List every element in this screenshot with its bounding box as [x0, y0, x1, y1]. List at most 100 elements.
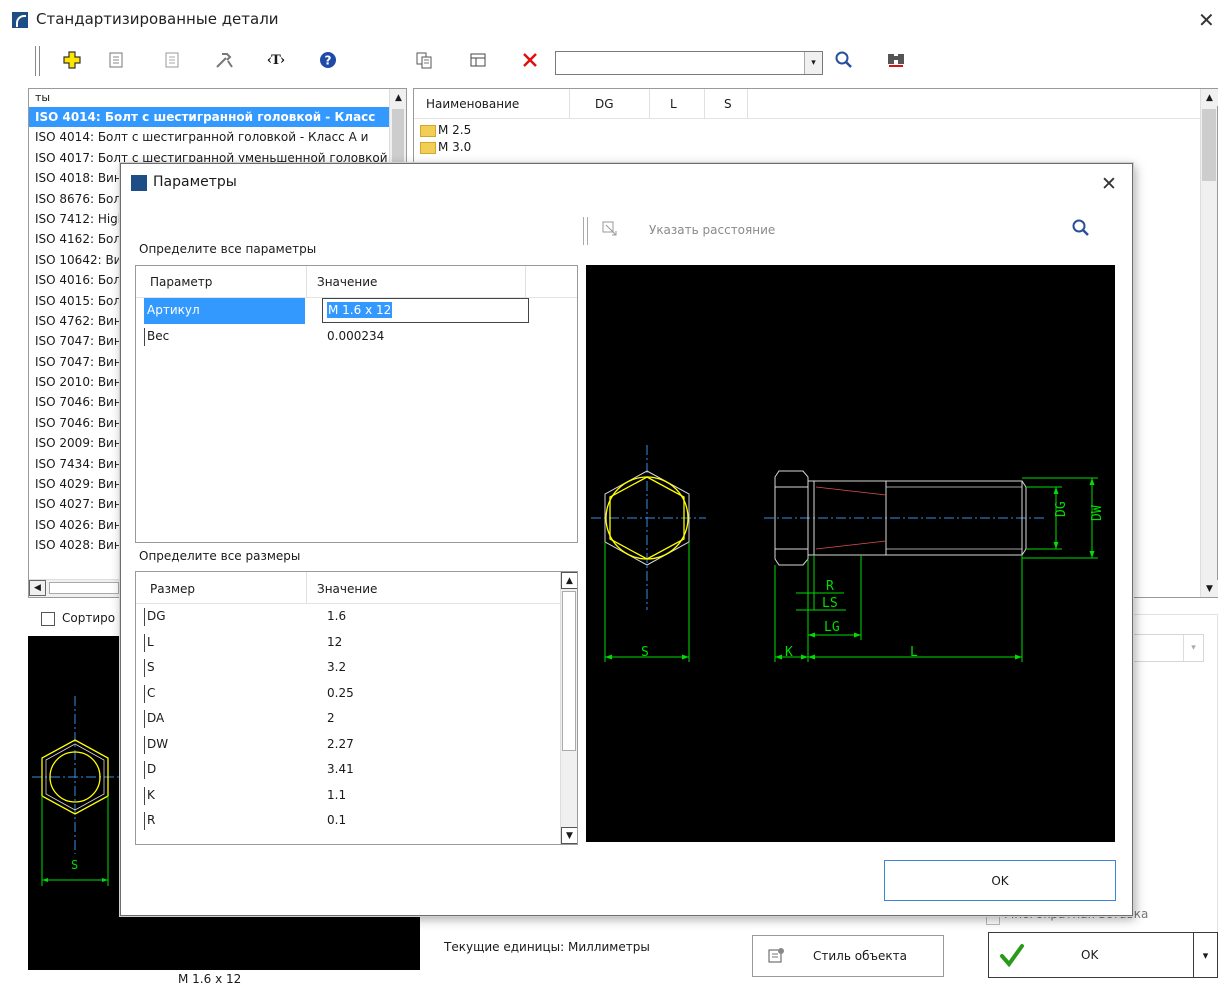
col-l[interactable]: L [670, 97, 677, 111]
scroll-down-icon[interactable]: ▼ [1201, 580, 1218, 597]
param-name: Артикул [147, 303, 200, 317]
row-marker [144, 812, 145, 830]
measure-icon[interactable] [601, 220, 619, 241]
list-view-icon[interactable] [160, 48, 184, 72]
row-marker [144, 710, 145, 728]
style-button[interactable]: Стиль объекта [752, 935, 944, 977]
col-value[interactable]: Значение [317, 582, 377, 596]
zoom-icon[interactable] [1072, 219, 1090, 240]
search-icon[interactable] [832, 48, 856, 72]
table-icon[interactable] [466, 48, 490, 72]
col-param[interactable]: Параметр [150, 275, 212, 289]
chevron-down-icon[interactable]: ▾ [1193, 933, 1217, 977]
grid-scrollbar[interactable]: ▲ ▼ [1200, 89, 1218, 597]
params-caption: Определите все параметры [139, 242, 317, 256]
dim-name: DW [147, 736, 169, 751]
dim-name: L [147, 634, 154, 649]
dim-row[interactable]: K 1.1 [136, 783, 577, 809]
dims-scrollbar[interactable]: ▲ ▼ [560, 572, 577, 844]
scroll-down-icon[interactable]: ▼ [561, 827, 577, 844]
units-label: Текущие единицы: Миллиметры [444, 940, 650, 954]
toolbar-grip[interactable] [583, 217, 588, 245]
search-combo[interactable]: ▾ [555, 51, 823, 75]
ok-split-button[interactable]: OK ▾ [988, 932, 1218, 978]
sort-checkbox[interactable] [41, 612, 55, 626]
dim-value: 3.41 [327, 762, 354, 776]
param-value: 0.000234 [327, 329, 385, 343]
drawing-canvas[interactable]: S K L LG LS R DG DW [586, 265, 1115, 842]
row-marker [144, 786, 145, 805]
dim-row[interactable]: R 0.1 [136, 808, 577, 834]
options-combo[interactable]: ▾ [1130, 634, 1204, 662]
col-value[interactable]: Значение [317, 275, 377, 289]
param-name: Вес [147, 329, 170, 343]
list-item[interactable]: ISO 4014: Болт с шестигранной головкой -… [29, 107, 390, 128]
scroll-left-icon[interactable]: ◀ [29, 580, 46, 596]
param-row-weight[interactable]: Вес 0.000234 [136, 324, 577, 350]
col-dg[interactable]: DG [595, 97, 614, 111]
dims-header: Размер Значение [136, 572, 577, 604]
dim-name: D [147, 762, 157, 776]
dim-row[interactable]: DW 2.27 [136, 732, 577, 758]
ok-button-label: OK [1081, 948, 1099, 962]
properties-icon[interactable] [104, 48, 128, 72]
scroll-thumb[interactable] [562, 591, 576, 751]
row-marker [144, 761, 145, 779]
chevron-down-icon[interactable]: ▾ [1183, 635, 1203, 661]
options-panel [1130, 614, 1218, 934]
grid-row[interactable]: M 2.5 [420, 122, 1217, 139]
dim-name: S [147, 660, 155, 674]
article-input[interactable]: M 1.6 x 12 [322, 298, 529, 323]
dim-k-label: K [785, 645, 793, 660]
find-icon[interactable] [884, 48, 908, 72]
tools-icon[interactable] [212, 48, 236, 72]
col-size[interactable]: Размер [150, 582, 195, 596]
toolbar-grip[interactable] [35, 46, 40, 76]
row-marker [144, 684, 145, 703]
dim-r-label: R [826, 579, 834, 594]
dim-row[interactable]: L 12 [136, 630, 577, 656]
text-icon[interactable]: ‹T› [264, 48, 288, 72]
sort-label: Сортиро [62, 611, 116, 625]
params-header: Параметр Значение [136, 266, 577, 298]
scroll-thumb[interactable] [1202, 109, 1216, 181]
dim-value: 1.6 [327, 609, 347, 623]
scroll-up-icon[interactable]: ▲ [1201, 89, 1218, 106]
row-marker [144, 659, 145, 677]
dim-row[interactable]: C 0.25 [136, 681, 577, 707]
style-icon [768, 948, 784, 963]
params-table: Параметр Значение Артикул M 1.6 x 12 Вес… [135, 265, 578, 543]
measure-label[interactable]: Указать расстояние [649, 223, 775, 237]
close-icon[interactable]: ✕ [1198, 8, 1215, 32]
dialog-logo-icon [131, 175, 147, 191]
dim-row[interactable]: D 3.41 [136, 757, 577, 783]
dim-row[interactable]: DA 2 [136, 706, 577, 732]
dim-s-label: S [641, 645, 649, 660]
param-row-article[interactable]: Артикул M 1.6 x 12 [136, 298, 577, 324]
dim-name: DG [147, 609, 166, 623]
parameters-dialog: Параметры ✕ Указать расстояние Определит… [120, 163, 1133, 916]
grid-header: Наименование DG L S [414, 89, 1217, 119]
col-s[interactable]: S [724, 97, 732, 111]
app-logo-icon [12, 12, 28, 28]
list-item[interactable]: ISO 4014: Болт с шестигранной головкой -… [29, 127, 390, 147]
dim-dg-label: DG [1054, 501, 1069, 517]
delete-icon[interactable] [518, 48, 542, 72]
scroll-up-icon[interactable]: ▲ [561, 572, 577, 589]
dim-value: 1.1 [327, 787, 347, 802]
dim-row[interactable]: DG 1.6 [136, 604, 577, 630]
help-icon[interactable]: ? [316, 48, 340, 72]
dim-value: 3.2 [327, 660, 347, 674]
chevron-down-icon[interactable]: ▾ [804, 52, 822, 74]
dialog-ok-button[interactable]: OK [884, 860, 1116, 901]
add-icon[interactable] [60, 48, 84, 72]
dims-table: Размер Значение DG 1.6 L 12 S 3.2 C 0.25 DA 2 DW 2.… [135, 571, 578, 845]
scroll-up-icon[interactable]: ▲ [390, 89, 406, 106]
col-name[interactable]: Наименование [426, 97, 519, 111]
dim-name: C [147, 685, 156, 700]
copy-icon[interactable] [412, 48, 436, 72]
close-icon[interactable]: ✕ [1101, 173, 1117, 195]
grid-row[interactable]: M 3.0 [420, 139, 1217, 156]
hscroll-thumb[interactable] [49, 582, 119, 594]
dim-row[interactable]: S 3.2 [136, 655, 577, 681]
